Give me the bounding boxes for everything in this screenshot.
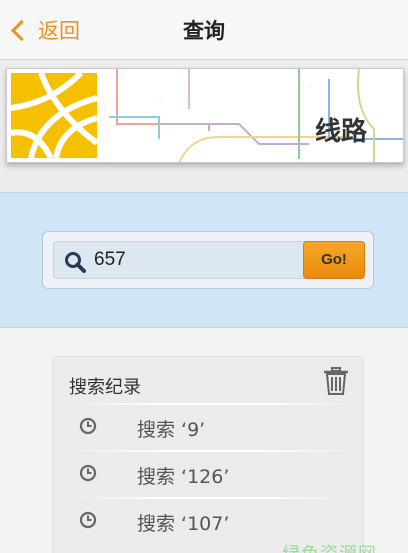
page-title: 查询 — [183, 19, 225, 43]
trash-icon[interactable] — [323, 367, 349, 395]
history-item[interactable]: 搜索 ‘9’ — [53, 405, 365, 449]
go-button[interactable]: Go! — [303, 241, 365, 279]
route-banner[interactable]: ·· ··· ·· ·· 线路 — [6, 68, 404, 163]
history-item-label: 搜索 ‘126’ — [137, 466, 230, 488]
navigation-bar: 返回 查询 — [0, 0, 408, 60]
history-item-label: 搜索 ‘9’ — [137, 419, 206, 441]
history-item-label: 搜索 ‘107’ — [137, 513, 230, 535]
search-icon — [65, 252, 86, 273]
clock-icon — [79, 464, 97, 482]
banner-label: 线路 — [314, 117, 367, 147]
banner-area: ·· ··· ·· ·· 线路 — [0, 60, 408, 192]
search-history-panel: 搜索纪录 搜索 ‘9’ 搜索 ‘126’ 搜索 ‘107’ — [52, 356, 364, 553]
globe-icon — [10, 70, 99, 160]
watermark: 绿色资源网 — [282, 540, 377, 553]
search-band: Go! — [0, 192, 408, 328]
clock-icon — [79, 511, 97, 529]
history-item[interactable]: 搜索 ‘126’ — [53, 452, 365, 496]
search-field-container: Go! — [53, 241, 365, 279]
search-input[interactable] — [94, 246, 294, 274]
history-title: 搜索纪录 — [69, 377, 141, 398]
search-box: Go! — [42, 231, 374, 289]
clock-icon — [79, 417, 97, 435]
history-item[interactable]: 搜索 ‘107’ — [53, 499, 365, 543]
svg-text:··: ·· — [219, 115, 222, 120]
globe-logo — [10, 70, 99, 160]
svg-text:···: ··· — [159, 95, 163, 100]
svg-text:··: ·· — [119, 75, 122, 80]
svg-text:··: ·· — [309, 85, 312, 90]
